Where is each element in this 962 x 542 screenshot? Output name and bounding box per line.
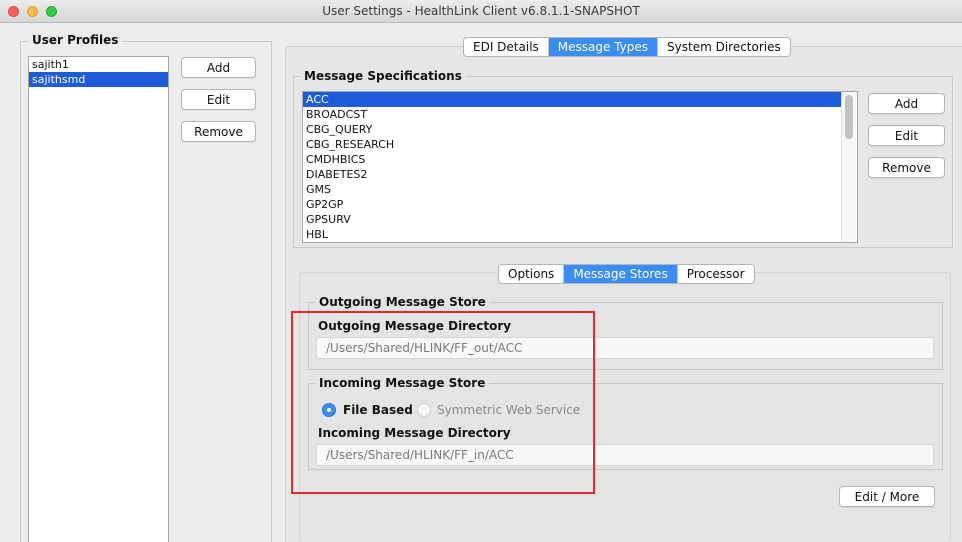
list-item[interactable]: sajithsmd bbox=[29, 72, 168, 87]
list-item[interactable]: ACC bbox=[303, 92, 841, 107]
list-item[interactable]: GMS bbox=[303, 182, 841, 197]
user-profiles-legend: User Profiles bbox=[28, 33, 123, 47]
scrollbar-thumb[interactable] bbox=[845, 95, 853, 139]
tab-message-stores[interactable]: Message Stores bbox=[564, 265, 678, 283]
list-item[interactable]: sajith1 bbox=[29, 57, 168, 72]
sub-tabs: Options Message Stores Processor bbox=[498, 264, 755, 284]
list-item[interactable]: DIABETES2 bbox=[303, 167, 841, 182]
user-profiles-list[interactable]: sajith1 sajithsmd bbox=[28, 56, 169, 542]
edit-spec-button[interactable]: Edit bbox=[868, 125, 945, 146]
list-item[interactable]: CBG_RESEARCH bbox=[303, 137, 841, 152]
tab-edi-details[interactable]: EDI Details bbox=[464, 38, 549, 56]
message-specifications-legend: Message Specifications bbox=[300, 69, 466, 83]
tab-processor[interactable]: Processor bbox=[678, 265, 754, 283]
add-profile-button[interactable]: Add bbox=[181, 57, 256, 78]
remove-spec-button[interactable]: Remove bbox=[868, 157, 945, 178]
list-item[interactable]: HBL bbox=[303, 227, 841, 242]
list-item[interactable]: BROADCST bbox=[303, 107, 841, 122]
tab-message-types[interactable]: Message Types bbox=[548, 38, 659, 56]
edit-more-button[interactable]: Edit / More bbox=[839, 486, 935, 507]
remove-profile-button[interactable]: Remove bbox=[181, 121, 256, 142]
outgoing-store-legend: Outgoing Message Store bbox=[315, 295, 490, 309]
list-item[interactable]: GP2GP bbox=[303, 197, 841, 212]
message-specifications-list[interactable]: ACC BROADCST CBG_QUERY CBG_RESEARCH CMDH… bbox=[302, 91, 858, 243]
list-item[interactable]: CMDHBICS bbox=[303, 152, 841, 167]
tab-system-directories[interactable]: System Directories bbox=[658, 38, 790, 56]
add-spec-button[interactable]: Add bbox=[868, 93, 945, 114]
annotation-highlight-box bbox=[291, 311, 595, 494]
edit-profile-button[interactable]: Edit bbox=[181, 89, 256, 110]
list-item[interactable]: CBG_QUERY bbox=[303, 122, 841, 137]
tab-options[interactable]: Options bbox=[499, 265, 565, 283]
list-item[interactable]: GPSURV bbox=[303, 212, 841, 227]
window-title: User Settings - HealthLink Client v6.8.1… bbox=[322, 4, 640, 18]
main-tabs: EDI Details Message Types System Directo… bbox=[463, 37, 791, 57]
